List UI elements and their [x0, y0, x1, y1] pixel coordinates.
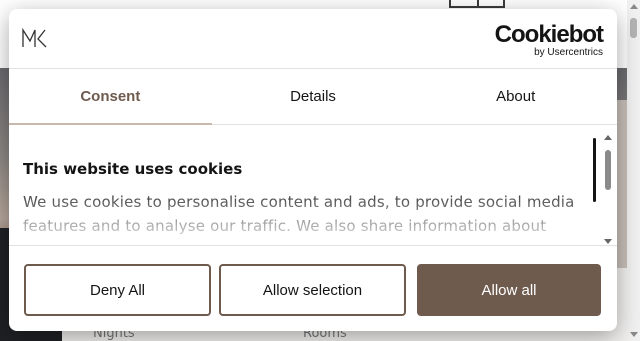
allow-all-button[interactable]: Allow all [417, 264, 601, 316]
cookiebot-name: Cookiebot [494, 21, 604, 48]
tab-about[interactable]: About [414, 69, 617, 124]
mk-logo-icon [22, 27, 47, 48]
dialog-actions: Deny All Allow selection Allow all [9, 247, 617, 331]
chevron-down-icon[interactable] [604, 239, 612, 244]
content-scroll-thumb[interactable] [605, 150, 611, 190]
allow-selection-button[interactable]: Allow selection [219, 264, 406, 316]
cookiebot-sub: by Usercentrics [534, 47, 603, 58]
consent-title: This website uses cookies [23, 160, 243, 178]
tab-consent[interactable]: Consent [9, 69, 212, 125]
website-menu-icon [449, 0, 505, 8]
dialog-tabs: Consent Details About [9, 69, 617, 125]
chevron-up-icon[interactable] [604, 135, 612, 140]
page-scrollbar[interactable] [627, 0, 640, 341]
tab-details[interactable]: Details [212, 69, 415, 124]
cookiebot-logo[interactable]: Cookiebot by Usercentrics [494, 21, 604, 59]
content-fade [9, 195, 599, 245]
page-scroll-thumb[interactable] [630, 18, 637, 38]
content-scroll-rail [593, 138, 596, 202]
deny-all-button[interactable]: Deny All [24, 264, 211, 316]
consent-content: This website uses cookies We use cookies… [9, 126, 617, 246]
page-scroll-down-icon[interactable] [630, 332, 638, 337]
page-scroll-up-icon[interactable] [630, 4, 638, 9]
content-scrollbar[interactable] [603, 132, 613, 244]
cookie-consent-dialog: Cookiebot by Usercentrics Consent Detail… [9, 9, 617, 331]
dialog-header: Cookiebot by Usercentrics [9, 9, 617, 69]
